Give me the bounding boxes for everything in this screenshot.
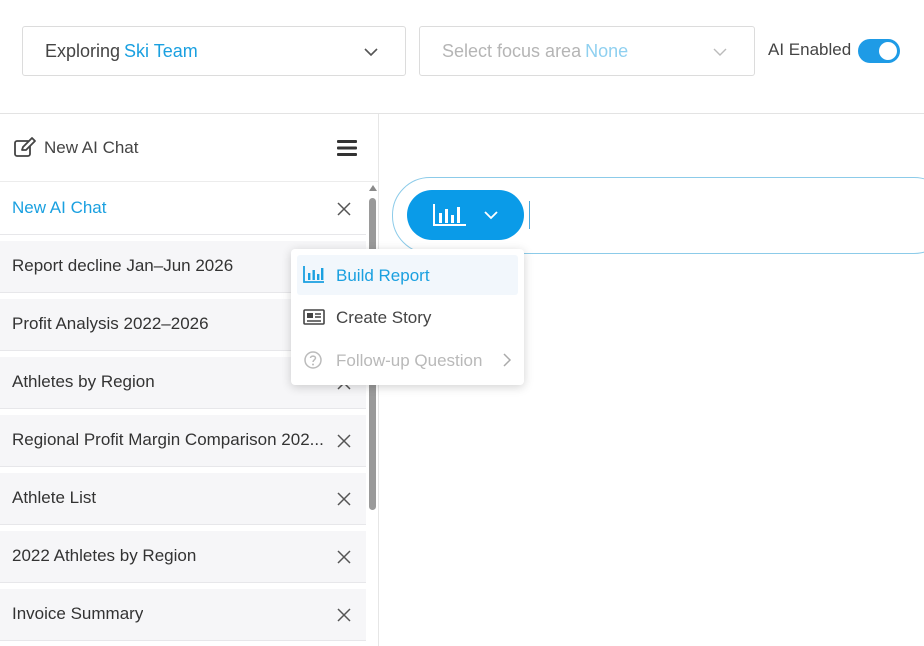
chat-list-item[interactable]: 2022 Athletes by Region — [0, 531, 366, 583]
chevron-down-icon — [364, 48, 378, 57]
focus-prefix: Select focus area — [442, 40, 582, 61]
focus-area-dropdown[interactable]: Select focus area None — [419, 26, 755, 76]
chat-list-item[interactable]: Invoice Summary — [0, 589, 366, 641]
chat-item-label: Invoice Summary — [12, 604, 144, 623]
menu-item-label: Create Story — [336, 308, 432, 327]
chat-list-item[interactable]: Regional Profit Margin Comparison 202... — [0, 415, 366, 467]
menu-item-build-report[interactable]: Build Report — [297, 255, 518, 295]
chevron-down-icon — [713, 48, 727, 56]
close-icon[interactable] — [337, 434, 351, 448]
explore-value: Ski Team — [124, 40, 198, 61]
menu-item-label: Follow-up Question — [336, 351, 483, 370]
close-icon[interactable] — [337, 608, 351, 622]
chat-item-label: Regional Profit Margin Comparison 202... — [12, 430, 324, 449]
chat-item-label: New AI Chat — [12, 198, 107, 217]
chat-item-label: Athletes by Region — [12, 372, 155, 391]
chat-item-label: Report decline Jan–Jun 2026 — [12, 256, 234, 275]
bar-chart-icon — [433, 204, 466, 226]
chat-item-label: 2022 Athletes by Region — [12, 546, 197, 565]
chat-list-item[interactable]: New AI Chat — [0, 183, 366, 235]
bar-chart-icon — [303, 266, 324, 283]
newspaper-icon — [303, 309, 325, 325]
chevron-right-icon — [503, 353, 512, 367]
ai-enabled-label: AI Enabled — [768, 40, 852, 59]
explore-prefix: Exploring — [45, 40, 121, 61]
scroll-up-arrow-icon[interactable] — [369, 185, 377, 191]
menu-item-follow-up-question[interactable]: Follow-up Question — [297, 340, 518, 380]
focus-value: None — [585, 40, 629, 61]
toggle-knob — [879, 42, 897, 60]
close-icon[interactable] — [337, 492, 351, 506]
chat-list-item[interactable]: Athlete List — [0, 473, 366, 525]
ai-enabled-toggle[interactable] — [858, 39, 900, 63]
chat-mode-button[interactable] — [407, 190, 524, 240]
question-circle-icon — [304, 351, 322, 369]
edit-icon[interactable] — [13, 136, 37, 160]
text-cursor — [529, 201, 530, 229]
chat-item-label: Profit Analysis 2022–2026 — [12, 314, 209, 333]
close-icon[interactable] — [337, 202, 351, 216]
chat-item-label: Athlete List — [12, 488, 97, 507]
chat-mode-menu: Build Report Create Story Follow-up Ques… — [291, 249, 524, 385]
menu-item-create-story[interactable]: Create Story — [297, 297, 518, 337]
hamburger-menu-icon[interactable] — [336, 137, 358, 159]
menu-item-label: Build Report — [336, 266, 430, 285]
chevron-down-icon — [484, 211, 498, 220]
close-icon[interactable] — [337, 550, 351, 564]
explore-dataset-dropdown[interactable]: Exploring Ski Team — [22, 26, 406, 76]
sidebar-header: New AI Chat — [0, 114, 378, 182]
new-chat-button[interactable]: New AI Chat — [44, 138, 139, 158]
top-bar: Exploring Ski Team Select focus area Non… — [0, 0, 924, 114]
